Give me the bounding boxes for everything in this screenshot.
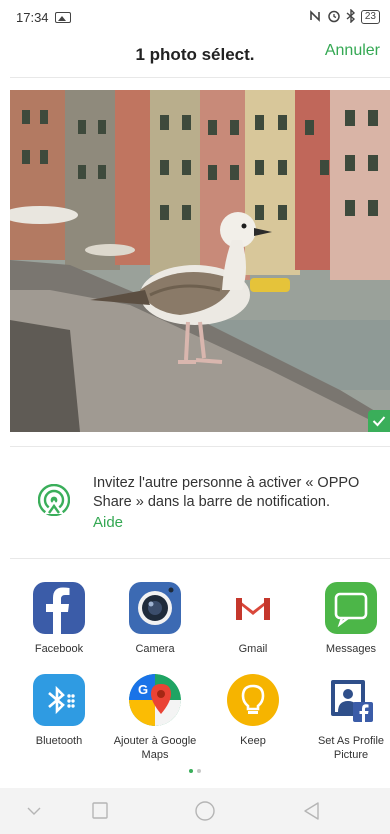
app-label: Facebook bbox=[34, 643, 84, 655]
app-label: Set As Profile Picture bbox=[317, 735, 385, 761]
selected-check-icon[interactable] bbox=[368, 410, 390, 432]
oppo-share-info: Invitez l'autre personne à activer « OPP… bbox=[0, 468, 390, 538]
header-divider bbox=[10, 77, 390, 78]
battery-icon: 23 bbox=[360, 10, 380, 24]
image-notification-icon bbox=[54, 11, 71, 23]
alarm-icon bbox=[327, 9, 341, 26]
google-maps-icon: G bbox=[129, 674, 181, 726]
gmail-icon bbox=[227, 582, 279, 634]
status-bar: 17:34 23 bbox=[0, 0, 390, 34]
page-dot bbox=[197, 769, 201, 773]
app-label: Ajouter à Google Maps bbox=[113, 735, 197, 761]
messages-icon bbox=[325, 582, 377, 634]
photo-divider bbox=[10, 446, 390, 447]
app-label: Gmail bbox=[238, 643, 268, 655]
share-divider bbox=[10, 558, 390, 559]
navigation-bar bbox=[0, 788, 390, 834]
oppo-share-icon bbox=[37, 483, 71, 517]
app-facebook[interactable]: Facebook bbox=[10, 582, 108, 656]
app-label: Messages bbox=[325, 643, 377, 655]
app-gmail[interactable]: Gmail bbox=[204, 582, 302, 656]
photo-image bbox=[10, 90, 390, 432]
bluetooth-icon bbox=[33, 674, 85, 726]
page-dot-active bbox=[189, 769, 193, 773]
app-label: Bluetooth bbox=[35, 735, 83, 747]
page-title: 1 photo sélect. bbox=[135, 45, 255, 64]
keep-icon bbox=[227, 674, 279, 726]
profile-picture-icon bbox=[325, 674, 377, 726]
camera-icon bbox=[129, 582, 181, 634]
app-google-maps[interactable]: G Ajouter à Google Maps bbox=[106, 674, 204, 762]
header: 1 photo sélect. Annuler bbox=[0, 34, 390, 76]
app-bluetooth[interactable]: Bluetooth bbox=[10, 674, 108, 748]
status-left: 17:34 bbox=[16, 10, 71, 25]
back-triangle-icon[interactable] bbox=[300, 800, 324, 822]
nfc-icon bbox=[308, 9, 322, 26]
app-set-profile-picture[interactable]: Set As Profile Picture bbox=[302, 674, 390, 762]
facebook-icon bbox=[33, 582, 85, 634]
back-chevron-icon[interactable] bbox=[22, 800, 46, 822]
cancel-button[interactable]: Annuler bbox=[325, 42, 380, 60]
app-label: Camera bbox=[135, 643, 175, 655]
page-indicator bbox=[0, 769, 390, 773]
app-camera[interactable]: Camera bbox=[106, 582, 204, 656]
app-keep[interactable]: Keep bbox=[204, 674, 302, 748]
svg-text:G: G bbox=[138, 682, 148, 697]
share-instruction-text: Invitez l'autre personne à activer « OPP… bbox=[93, 475, 360, 510]
status-right: 23 bbox=[308, 7, 380, 26]
home-icon[interactable] bbox=[193, 800, 217, 822]
recents-icon[interactable] bbox=[88, 800, 112, 822]
app-label: Keep bbox=[240, 735, 266, 747]
status-time: 17:34 bbox=[16, 9, 49, 25]
help-link[interactable]: Aide bbox=[93, 514, 123, 531]
selected-photo[interactable] bbox=[10, 90, 390, 432]
bluetooth-icon bbox=[346, 7, 356, 26]
app-messages[interactable]: Messages bbox=[302, 582, 390, 656]
